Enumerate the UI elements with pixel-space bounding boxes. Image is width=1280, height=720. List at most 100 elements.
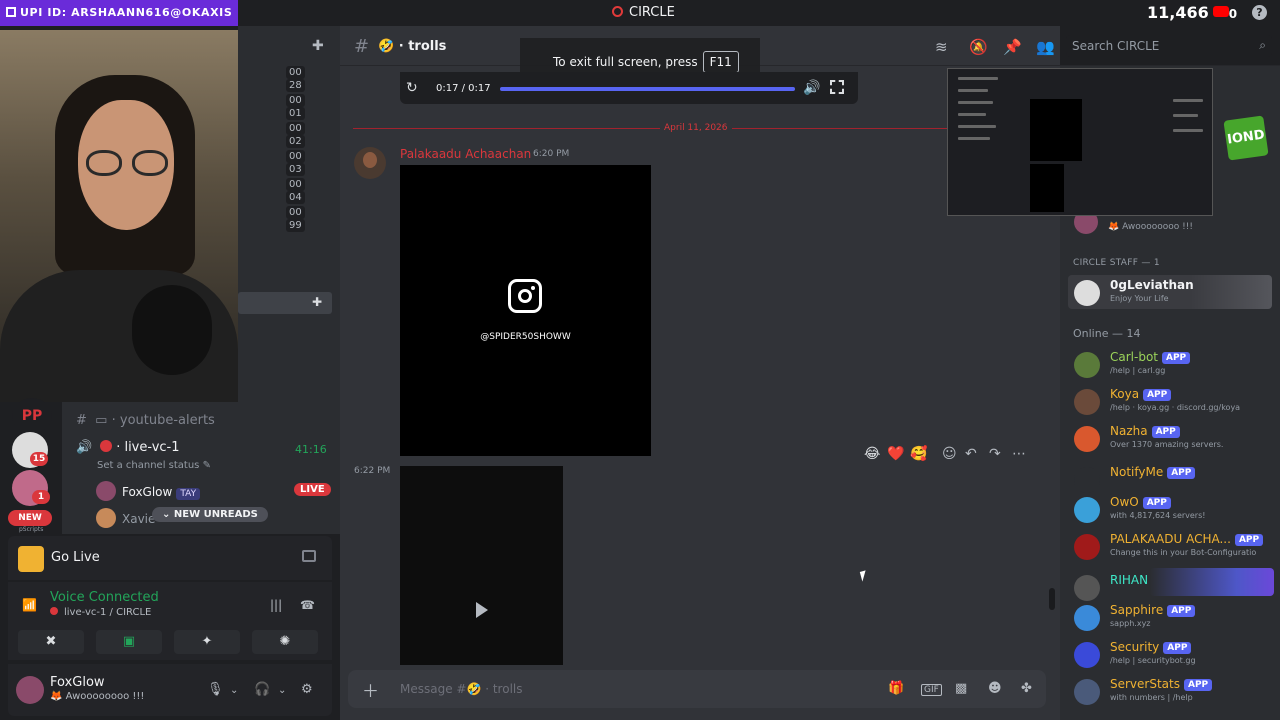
avatar xyxy=(1074,352,1100,378)
help-icon[interactable]: ? xyxy=(1252,5,1267,20)
stream-preview xyxy=(947,68,1213,216)
headphones-icon[interactable]: 🎧 xyxy=(254,682,270,697)
channel-live-vc[interactable]: 🔊 · live-vc-1 xyxy=(76,440,180,455)
user-avatar[interactable] xyxy=(16,676,44,704)
volume-icon[interactable]: 🔊 xyxy=(803,80,820,96)
disconnect-icon[interactable]: ☎ xyxy=(300,598,315,612)
preview-line xyxy=(958,113,986,116)
plus-icon[interactable]: ＋ xyxy=(362,677,379,702)
new-unreads-button[interactable]: ⌄ NEW UNREADS xyxy=(152,507,268,522)
add-reaction-icon[interactable]: ☺ xyxy=(942,446,957,462)
gif-icon[interactable]: GIF xyxy=(921,684,942,696)
more-icon[interactable]: ⋯ xyxy=(1012,446,1026,462)
voice-user[interactable]: Xavie xyxy=(96,508,155,528)
preview-line xyxy=(958,77,998,80)
webcam-overlay xyxy=(0,30,238,402)
live-dot xyxy=(100,440,113,452)
search-icon: ⌕ xyxy=(1259,38,1266,52)
video-progress-bar[interactable] xyxy=(500,87,795,91)
activities-button[interactable]: ✦ xyxy=(174,630,240,654)
stream-icon[interactable] xyxy=(302,550,316,562)
server-icon-pp[interactable]: PP xyxy=(12,398,52,434)
member-item[interactable]: NotifyMe APP xyxy=(1074,465,1274,499)
chevron-down-icon[interactable]: ⌄ xyxy=(230,685,238,696)
channel-status[interactable]: Set a channel status ✎ xyxy=(97,460,211,471)
member-name: NotifyMe APP xyxy=(1110,465,1196,479)
new-servers-pill[interactable]: NEW xyxy=(8,510,52,526)
role-header: Online — 14 xyxy=(1073,327,1141,340)
count-left: 00 xyxy=(286,150,305,163)
member-name-text: Sapphire xyxy=(1110,603,1164,617)
member-item[interactable]: Sapphire APP sapph.xyz xyxy=(1074,603,1274,637)
avatar xyxy=(96,508,116,528)
reaction-laugh[interactable]: 😂 xyxy=(864,446,880,462)
replay-icon[interactable]: ↻ xyxy=(406,80,418,96)
date-divider-label: April 11, 2026 xyxy=(660,123,732,133)
camera-off-button[interactable]: ✖ xyxy=(18,630,84,654)
member-item[interactable]: Security APP/help | securitybot.gg xyxy=(1074,640,1274,674)
pin-icon[interactable]: 📌 xyxy=(1003,38,1022,56)
member-name-text: Security xyxy=(1110,640,1160,654)
channel-name: live-vc-1 xyxy=(124,440,180,455)
noise-suppression-icon[interactable]: ||| xyxy=(270,598,282,612)
count-row: 0003 xyxy=(286,150,326,176)
video-time: 0:17 / 0:17 xyxy=(436,83,491,94)
reaction-love[interactable]: 🥰 xyxy=(910,446,927,462)
member-item[interactable]: OwO APP with 4,817,624 servers! xyxy=(1074,495,1274,529)
fullscreen-icon[interactable] xyxy=(830,80,844,94)
member-item[interactable]: RIHAN xyxy=(1074,573,1274,607)
count-right: 04 xyxy=(286,191,305,204)
invite-icon[interactable]: ✚ xyxy=(312,295,322,309)
gift-icon[interactable]: 🎁 xyxy=(888,681,904,696)
voice-connected-label[interactable]: Voice Connected xyxy=(50,590,159,605)
forward-icon[interactable]: ↷ xyxy=(989,446,1001,462)
video-attachment[interactable] xyxy=(400,466,563,665)
count-row: 0001 xyxy=(286,94,326,120)
reply-icon[interactable]: ↶ xyxy=(965,446,977,462)
discord-window: UPI ID: ARSHAANN616@OKAXIS CIRCLE 11,466… xyxy=(0,0,1280,720)
mute-icon[interactable]: 🔕 xyxy=(969,38,988,56)
member-name: Nazha APP xyxy=(1110,424,1180,438)
emoji-icon[interactable]: ☻ xyxy=(988,681,1002,696)
app-badge: APP xyxy=(1183,679,1213,691)
search-input[interactable]: Search CIRCLE ⌕ xyxy=(1066,35,1272,57)
members-icon[interactable]: 👥 xyxy=(1036,38,1055,56)
subscriber-count: 11,466 0 xyxy=(1147,3,1237,22)
reaction-heart[interactable]: ❤️ xyxy=(887,446,904,462)
member-item[interactable]: Koya APP/help · koya.gg · discord.gg/koya xyxy=(1074,387,1274,421)
signal-icon[interactable]: 📶 xyxy=(22,598,37,612)
member-item[interactable]: Carl-bot APP/help | carl.gg xyxy=(1074,350,1274,384)
member-item[interactable]: Nazha APP Over 1370 amazing servers. xyxy=(1074,424,1274,458)
upi-banner: UPI ID: ARSHAANN616@OKAXIS xyxy=(0,0,238,26)
window-title-text: CIRCLE xyxy=(629,5,675,20)
member-name-text: RIHAN xyxy=(1110,573,1149,587)
message-author[interactable]: Palakaadu Achaachan xyxy=(400,147,531,161)
member-item[interactable]: 0gLeviathan Enjoy Your Life xyxy=(1074,278,1274,312)
add-friend-icon[interactable]: ✚ xyxy=(312,38,324,54)
member-name-text: Carl-bot xyxy=(1110,350,1158,364)
mic-icon[interactable]: 🎙 xyxy=(207,682,224,697)
chevron-down-icon[interactable]: ⌄ xyxy=(278,685,286,696)
play-icon[interactable] xyxy=(476,602,488,618)
screen-share-button[interactable]: ▣ xyxy=(96,630,162,654)
scrollbar-thumb[interactable] xyxy=(1049,588,1055,610)
message-placeholder[interactable]: Message #🤣 · trolls xyxy=(400,682,522,696)
avatar xyxy=(1074,389,1100,415)
user-name[interactable]: FoxGlow xyxy=(50,675,105,690)
count-row: 0028 xyxy=(286,66,326,92)
go-live-button[interactable]: Go Live xyxy=(51,550,100,565)
gear-icon[interactable]: ⚙ xyxy=(301,682,313,697)
youtube-icon xyxy=(1212,6,1229,17)
soundboard-button[interactable]: ✺ xyxy=(252,630,318,654)
member-name: ServerStats APP xyxy=(1110,677,1213,691)
apps-icon[interactable]: ✤ xyxy=(1021,681,1032,696)
sticker-icon[interactable]: ▩ xyxy=(955,681,967,696)
message-avatar[interactable] xyxy=(354,147,386,179)
avatar xyxy=(1074,426,1100,452)
threads-icon[interactable]: ≋ xyxy=(935,38,948,56)
member-item[interactable]: PALAKAADU ACHA... APP Change this in your … xyxy=(1074,532,1274,566)
channel-status-text: Set a channel status xyxy=(97,460,200,471)
channel-youtube-alerts[interactable]: # ▭ · youtube-alerts xyxy=(76,413,215,428)
voice-user[interactable]: FoxGlow TAY xyxy=(96,481,201,501)
member-item[interactable]: ServerStats APP with numbers | /help xyxy=(1074,677,1274,711)
